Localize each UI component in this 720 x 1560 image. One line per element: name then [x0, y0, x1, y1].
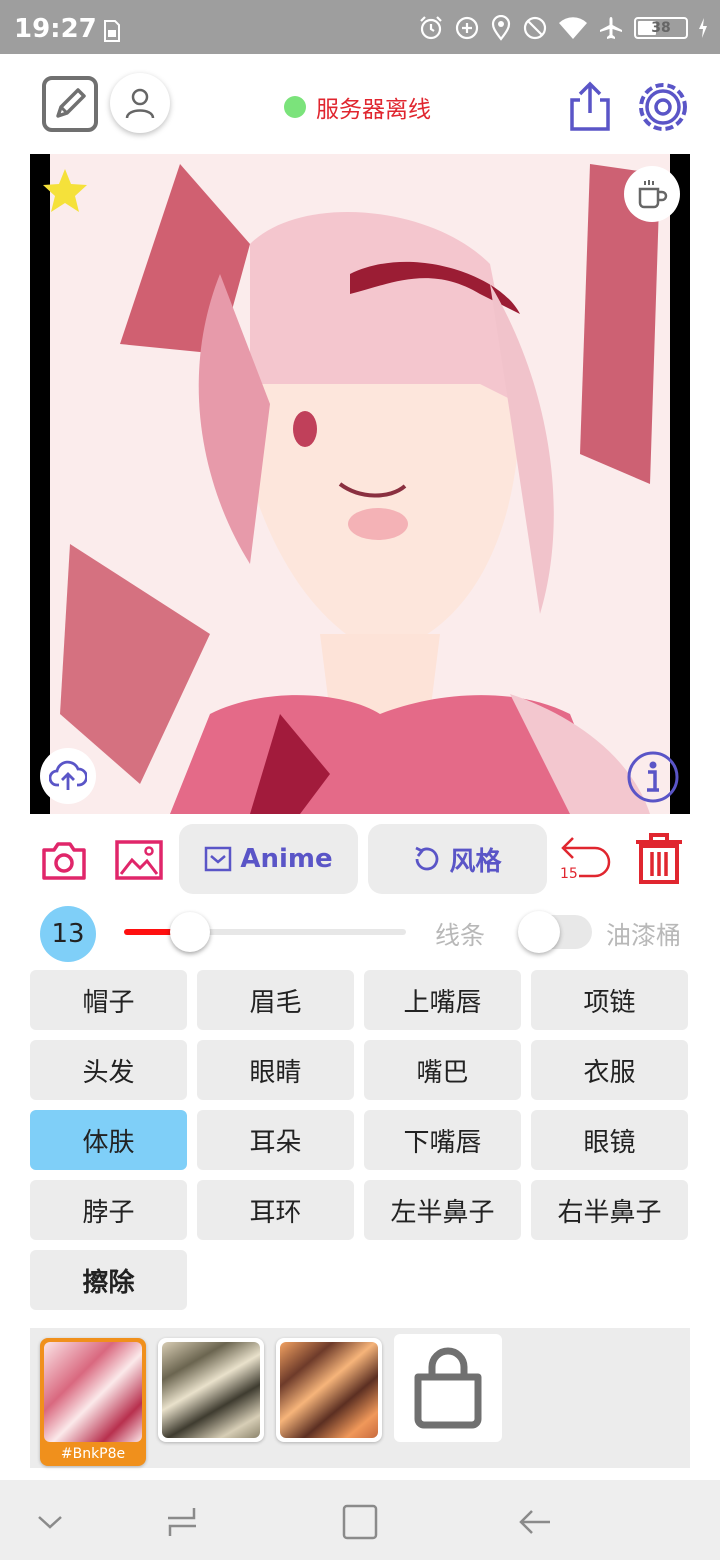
brush-size-slider-thumb[interactable]: [170, 912, 210, 952]
battery-level: 38: [651, 20, 671, 36]
server-status: 服务器离线: [284, 90, 431, 124]
status-bar: 19:27 38: [0, 0, 720, 54]
refresh-icon: [415, 846, 439, 871]
paint-bucket-label: 油漆桶: [606, 921, 682, 950]
status-time: 19:27: [14, 14, 97, 44]
location-icon: [491, 15, 511, 41]
label-chip-mouth[interactable]: 嘴巴: [364, 1040, 521, 1100]
trash-icon: [636, 833, 682, 884]
recent-apps-icon[interactable]: [162, 1502, 202, 1542]
cloud-upload-button[interactable]: [40, 748, 96, 804]
style-button[interactable]: 风格: [368, 824, 547, 894]
data-saver-icon: [455, 16, 479, 40]
anime-label: Anime: [240, 844, 333, 874]
top-toolbar: 服务器离线: [0, 54, 720, 154]
image-icon: [115, 840, 163, 880]
style-code: #BnkP8e: [60, 1446, 126, 1462]
edit-button[interactable]: [42, 76, 98, 132]
paint-bucket-toggle-knob[interactable]: [518, 911, 560, 953]
label-chip-ears[interactable]: 耳朵: [197, 1110, 354, 1170]
share-icon: [570, 81, 610, 131]
style-label: 风格: [449, 846, 502, 877]
sim-icon: [104, 20, 120, 42]
user-button[interactable]: [110, 73, 170, 133]
label-chip-earrings[interactable]: 耳环: [197, 1180, 354, 1240]
style-thumbnail-selected[interactable]: #BnkP8e: [40, 1338, 146, 1466]
favorite-star-icon[interactable]: [40, 166, 90, 216]
label-chip-hat[interactable]: 帽子: [30, 970, 187, 1030]
label-chip-skin[interactable]: 体肤: [30, 1110, 187, 1170]
camera-button[interactable]: [40, 836, 88, 884]
cloud-upload-icon: [49, 760, 87, 790]
label-chip-right-nose[interactable]: 右半鼻子: [531, 1180, 688, 1240]
charging-icon: [699, 18, 707, 38]
app-screen: 19:27 38 服务器离线 Anime 风格 15 13 线条 油漆桶 帽子 …: [0, 0, 720, 1560]
info-button[interactable]: [626, 750, 680, 804]
gallery-button[interactable]: [114, 836, 164, 884]
brush-size-badge: 13: [40, 906, 96, 962]
camera-icon: [42, 842, 86, 880]
style-preview: [280, 1342, 378, 1438]
wifi-icon: [559, 17, 587, 39]
edit-icon: [56, 88, 86, 118]
back-icon[interactable]: [516, 1502, 556, 1542]
undo-count: 15: [560, 866, 578, 882]
style-preview: [162, 1342, 260, 1438]
coffee-cup-icon: [638, 180, 668, 209]
system-nav-bar: [0, 1480, 720, 1560]
style-shop-button[interactable]: [394, 1334, 502, 1442]
style-strip: #BnkP8e: [30, 1328, 690, 1468]
shopping-bag-icon: [414, 1347, 482, 1429]
server-status-text: 服务器离线: [316, 97, 431, 123]
label-chip-necklace[interactable]: 项链: [531, 970, 688, 1030]
label-chip-upper-lip[interactable]: 上嘴唇: [364, 970, 521, 1030]
coffee-button[interactable]: [624, 166, 680, 222]
label-chip-eyes[interactable]: 眼睛: [197, 1040, 354, 1100]
label-chip-erase[interactable]: 擦除: [30, 1250, 187, 1310]
chevron-down-icon[interactable]: [30, 1502, 70, 1542]
battery-icon: 38: [634, 17, 688, 39]
airplane-icon: [600, 17, 622, 39]
label-chip-neck[interactable]: 脖子: [30, 1180, 187, 1240]
label-chip-left-nose[interactable]: 左半鼻子: [364, 1180, 521, 1240]
alarm-icon: [420, 16, 442, 40]
style-preview: [44, 1342, 142, 1442]
home-icon[interactable]: [340, 1502, 380, 1542]
label-chip-eyebrows[interactable]: 眉毛: [197, 970, 354, 1030]
settings-icon: [639, 83, 687, 131]
user-icon: [125, 88, 155, 119]
label-chip-glasses[interactable]: 眼镜: [531, 1110, 688, 1170]
label-chip-hair[interactable]: 头发: [30, 1040, 187, 1100]
line-mode-label: 线条: [435, 921, 486, 950]
settings-button[interactable]: [636, 80, 690, 134]
info-icon: [627, 751, 679, 803]
label-chip-lower-lip[interactable]: 下嘴唇: [364, 1110, 521, 1170]
status-icons: 38: [418, 15, 708, 41]
share-button[interactable]: [566, 80, 614, 132]
status-dot: [284, 96, 306, 118]
anime-model-button[interactable]: Anime: [179, 824, 358, 894]
envelope-icon: [205, 846, 232, 872]
label-chip-clothes[interactable]: 衣服: [531, 1040, 688, 1100]
do-not-disturb-icon: [523, 16, 547, 40]
segment-label-grid: 帽子 眉毛 上嘴唇 项链 头发 眼睛 嘴巴 衣服 体肤 耳朵 下嘴唇 眼镜 脖子…: [30, 970, 690, 1310]
style-thumbnail[interactable]: [158, 1338, 264, 1442]
generated-anime-image: [50, 154, 670, 814]
style-thumbnail[interactable]: [276, 1338, 382, 1442]
delete-button[interactable]: [632, 830, 686, 886]
drawing-canvas[interactable]: [30, 154, 690, 814]
